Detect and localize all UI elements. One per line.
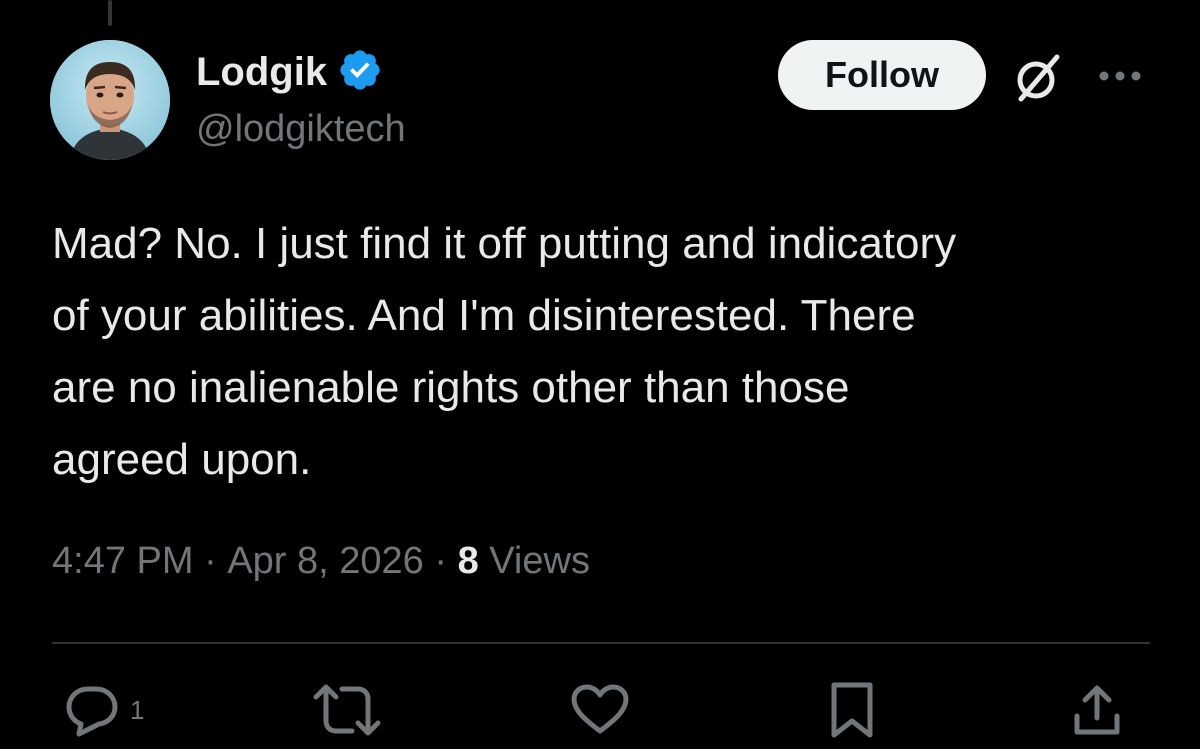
tweet-time[interactable]: 4:47 PM (52, 540, 194, 583)
share-button[interactable] (1072, 680, 1122, 740)
follow-button[interactable]: Follow (778, 40, 986, 110)
repost-button[interactable] (312, 680, 382, 740)
author-handle[interactable]: @lodgiktech (196, 108, 406, 151)
tweet-meta: 4:47 PM · Apr 8, 2026 · 8 Views (52, 540, 590, 583)
reply-icon (66, 686, 118, 737)
bookmark-icon (831, 682, 873, 738)
avatar-image (50, 40, 170, 160)
author-display-name[interactable]: Lodgik (196, 50, 327, 95)
repost-icon (313, 684, 381, 736)
divider (52, 642, 1150, 644)
like-button[interactable] (570, 680, 630, 740)
verified-badge-icon (337, 47, 383, 98)
more-icon[interactable] (1094, 56, 1146, 96)
grok-icon[interactable] (1008, 48, 1068, 108)
views-label: Views (478, 540, 590, 582)
meta-separator: · (423, 540, 458, 582)
bookmark-button[interactable] (828, 680, 876, 740)
avatar[interactable] (50, 40, 170, 160)
author-name-row[interactable]: Lodgik (196, 46, 383, 98)
thread-line (108, 0, 112, 26)
tweet-text: Mad? No. I just find it off putting and … (52, 219, 957, 484)
heart-icon (571, 684, 629, 734)
meta-separator: · (193, 540, 228, 582)
reply-button[interactable]: 1 (64, 680, 144, 740)
tweet-date[interactable]: Apr 8, 2026 (227, 540, 423, 583)
reply-count: 1 (130, 694, 145, 725)
views-count[interactable]: 8 (458, 540, 479, 583)
share-icon (1074, 685, 1120, 735)
